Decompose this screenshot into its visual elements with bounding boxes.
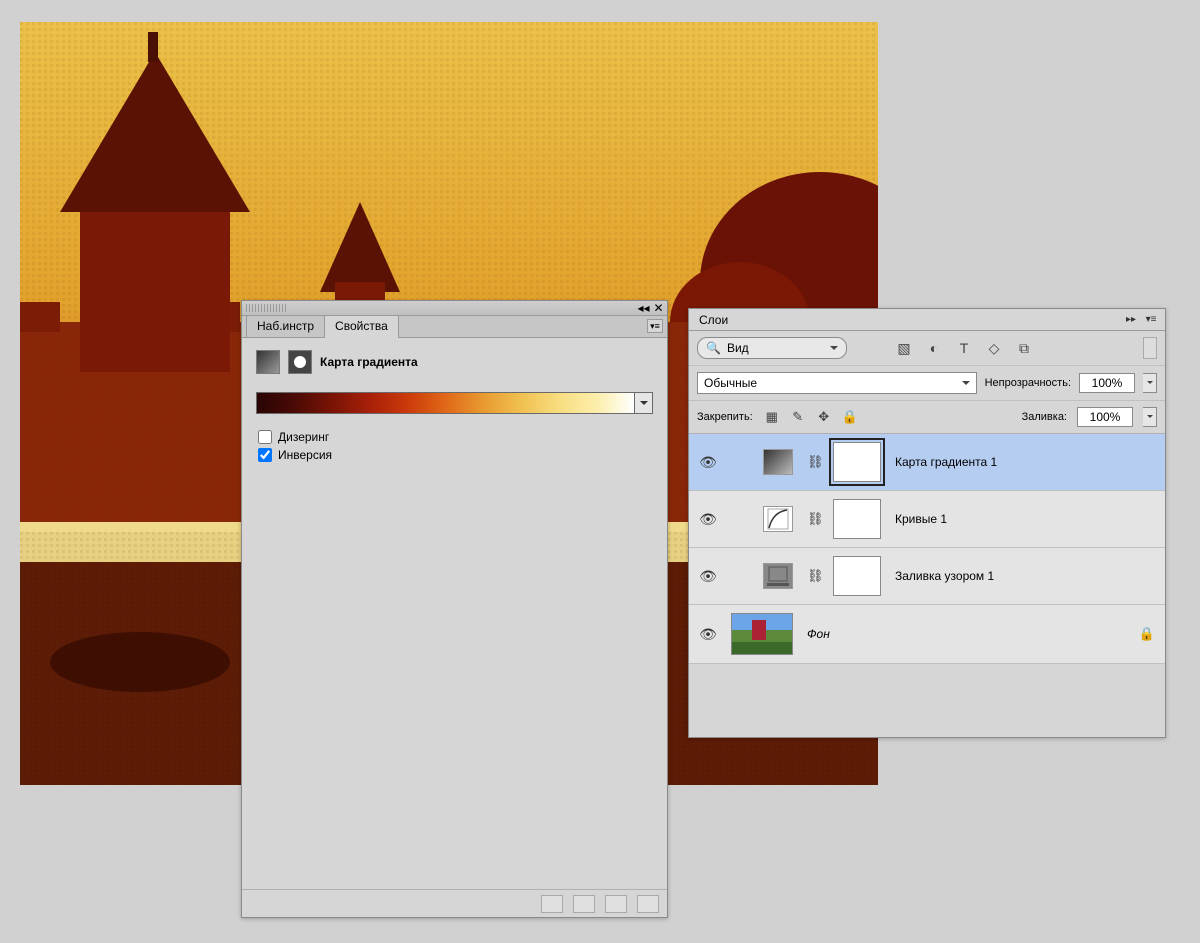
layer-row-curves[interactable]: 👁 ⛓ Кривые 1 — [689, 491, 1165, 548]
layer-name[interactable]: Заливка узором 1 — [895, 569, 994, 583]
panel-menu-icon[interactable]: ▾≡ — [1143, 312, 1159, 326]
layer-row-background[interactable]: 👁 Фон 🔒 — [689, 605, 1165, 664]
visibility-toggle-icon[interactable]: 👁 — [699, 626, 717, 643]
link-mask-icon[interactable]: ⛓ — [807, 511, 819, 527]
gradient-map-adjustment-icon — [256, 350, 280, 374]
link-mask-icon[interactable]: ⛓ — [807, 568, 819, 584]
layer-row-pattern-fill[interactable]: 👁 ⛓ Заливка узором 1 — [689, 548, 1165, 605]
filter-pixel-icon[interactable]: ▧ — [895, 339, 913, 357]
properties-body: Карта градиента Дизеринг Инверсия — [242, 338, 667, 478]
fill-slider-toggle[interactable] — [1143, 407, 1157, 427]
opacity-slider-toggle[interactable] — [1143, 373, 1157, 393]
layers-panel: Слои ▸▸ ▾≡ 🔍 Вид ▧ ◐ T ◇ ⧉ Обычные Непро… — [688, 308, 1166, 738]
layer-kind-label: Вид — [727, 341, 749, 355]
gradient-picker-dropdown[interactable] — [635, 392, 653, 414]
visibility-toggle-icon[interactable]: 👁 — [699, 454, 717, 471]
reverse-label: Инверсия — [278, 448, 332, 462]
lock-label: Закрепить: — [697, 411, 753, 423]
search-icon: 🔍 — [706, 341, 721, 355]
reverse-checkbox-row[interactable]: Инверсия — [258, 448, 653, 462]
blend-mode-value: Обычные — [704, 376, 757, 390]
curves-icon — [763, 506, 793, 532]
fill-input[interactable]: 100% — [1077, 407, 1133, 427]
delete-icon[interactable] — [637, 895, 659, 913]
properties-panel: ◂◂ ✕ Наб.инстр Свойства ▾≡ Карта градиен… — [241, 300, 668, 918]
fill-label: Заливка: — [1022, 411, 1067, 423]
layer-mask-thumb[interactable] — [833, 499, 881, 539]
layer-name[interactable]: Кривые 1 — [895, 512, 947, 526]
lock-transparency-icon[interactable]: ▦ — [763, 408, 781, 426]
lock-all-icon[interactable]: 🔒 — [841, 408, 859, 426]
tab-tool-presets[interactable]: Наб.инстр — [246, 315, 325, 337]
gradient-map-icon — [763, 449, 793, 475]
locked-icon: 🔒 — [1139, 626, 1155, 642]
filter-toggle[interactable] — [1143, 337, 1157, 359]
filter-adjustment-icon[interactable]: ◐ — [925, 339, 943, 357]
opacity-input[interactable]: 100% — [1079, 373, 1135, 393]
visibility-toggle-icon[interactable]: 👁 — [699, 511, 717, 528]
panel-menu-icon[interactable]: ▾≡ — [647, 319, 663, 333]
layer-kind-select[interactable]: 🔍 Вид — [697, 337, 847, 359]
layer-mask-thumb[interactable] — [833, 556, 881, 596]
reset-icon[interactable] — [605, 895, 627, 913]
layer-mask-thumb[interactable] — [833, 442, 881, 482]
dither-checkbox[interactable] — [258, 430, 272, 444]
lock-fill-row: Закрепить: ▦ ✎ ✥ 🔒 Заливка: 100% — [689, 401, 1165, 434]
dither-label: Дизеринг — [278, 430, 329, 444]
view-previous-icon[interactable] — [573, 895, 595, 913]
blend-mode-select[interactable]: Обычные — [697, 372, 977, 394]
lock-pixels-icon[interactable]: ✎ — [789, 408, 807, 426]
layer-name[interactable]: Фон — [807, 627, 830, 641]
layer-name[interactable]: Карта градиента 1 — [895, 455, 997, 469]
adjustment-title: Карта градиента — [320, 355, 418, 369]
gradient-preview[interactable] — [256, 392, 635, 414]
tab-properties[interactable]: Свойства — [324, 315, 399, 338]
dither-checkbox-row[interactable]: Дизеринг — [258, 430, 653, 444]
clip-to-layer-icon[interactable] — [541, 895, 563, 913]
layer-row-gradient-map[interactable]: 👁 ⛓ Карта градиента 1 — [689, 434, 1165, 491]
properties-tabbar: Наб.инстр Свойства ▾≡ — [242, 316, 667, 338]
layer-thumbnail[interactable] — [731, 613, 793, 655]
expand-icon[interactable]: ▸▸ — [1123, 312, 1139, 326]
filter-shape-icon[interactable]: ◇ — [985, 339, 1003, 357]
filter-smartobject-icon[interactable]: ⧉ — [1015, 339, 1033, 357]
close-icon[interactable]: ✕ — [654, 304, 663, 313]
tab-layers[interactable]: Слои — [699, 313, 728, 327]
visibility-toggle-icon[interactable]: 👁 — [699, 568, 717, 585]
panel-grip[interactable] — [246, 304, 286, 312]
layer-list: 👁 ⛓ Карта градиента 1 👁 ⛓ Кривые 1 👁 ⛓ — [689, 434, 1165, 664]
layer-mask-icon[interactable] — [288, 350, 312, 374]
opacity-label: Непрозрачность: — [985, 377, 1071, 389]
filter-type-icon[interactable]: T — [955, 339, 973, 357]
layers-tabbar: Слои ▸▸ ▾≡ — [689, 309, 1165, 331]
properties-footer — [242, 889, 667, 917]
blend-opacity-row: Обычные Непрозрачность: 100% — [689, 366, 1165, 401]
layer-filter-bar: 🔍 Вид ▧ ◐ T ◇ ⧉ — [689, 331, 1165, 366]
lock-position-icon[interactable]: ✥ — [815, 408, 833, 426]
link-mask-icon[interactable]: ⛓ — [807, 454, 819, 470]
collapse-icon[interactable]: ◂◂ — [639, 304, 648, 313]
panel-drag-header[interactable]: ◂◂ ✕ — [242, 301, 667, 316]
pattern-fill-icon — [763, 563, 793, 589]
reverse-checkbox[interactable] — [258, 448, 272, 462]
